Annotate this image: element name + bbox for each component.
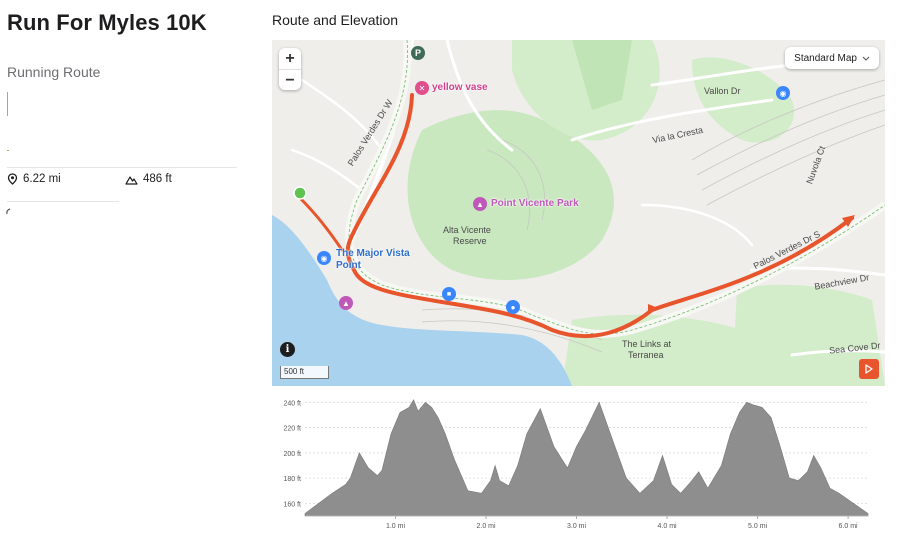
poi-label-major-vista-line2[interactable]: Point: [336, 260, 361, 271]
area-label-links-1: The Links at: [622, 339, 672, 349]
map-canvas[interactable]: [272, 40, 885, 386]
loading-spinner-icon: [6, 208, 11, 215]
x-tick-label: 4.0 mi: [658, 523, 678, 530]
stats-divider: [7, 201, 119, 202]
play-icon: [865, 364, 873, 374]
street-label-vallon: Vallon Dr: [704, 86, 741, 96]
area-label-links-2: Terranea: [628, 350, 664, 360]
map-type-selector[interactable]: Standard Map: [785, 47, 879, 69]
route-subtitle: Running Route: [7, 64, 101, 80]
elevation-chart[interactable]: 240 ft 220 ft 200 ft 180 ft 160 ft 1.0 mi 2.0 …: [272, 390, 885, 530]
distance-stat: 6.22 mi: [7, 173, 61, 185]
area-label-alta-vicente-1: Alta Vicente: [443, 225, 491, 235]
y-tick-label: 180 ft: [283, 476, 301, 483]
poi-label-point-vicente-park[interactable]: Point Vicente Park: [491, 198, 579, 209]
map-section-heading: Route and Elevation: [272, 12, 399, 28]
zoom-in-button[interactable]: +: [279, 48, 301, 69]
area-label-alta-vicente-2: Reserve: [453, 236, 487, 246]
camera-icon[interactable]: ■: [442, 287, 456, 301]
zoom-controls: + −: [279, 48, 301, 90]
x-tick-label: 1.0 mi: [386, 523, 406, 530]
y-tick-label: 220 ft: [283, 426, 301, 433]
poi-label-yellow-vase[interactable]: yellow vase: [432, 82, 488, 93]
y-tick-label: 200 ft: [283, 451, 301, 458]
route-map[interactable]: + − Standard Map P ✕ yellow vase ◉ ▲ Poi…: [272, 40, 885, 386]
zoom-out-button[interactable]: −: [279, 69, 301, 91]
x-tick-label: 6.0 mi: [839, 523, 859, 530]
x-tick-label: 5.0 mi: [748, 523, 768, 530]
y-tick-label: 160 ft: [283, 501, 301, 508]
map-type-label: Standard Map: [794, 52, 857, 64]
water-drop-icon[interactable]: ●: [506, 300, 520, 314]
map-info-button[interactable]: i: [280, 342, 295, 357]
distance-value: 6.22 mi: [23, 173, 61, 185]
lighthouse-icon[interactable]: ▲: [339, 296, 353, 310]
mountain-icon: [125, 175, 138, 185]
parking-icon[interactable]: P: [411, 46, 425, 60]
viewpoint-icon[interactable]: ◉: [317, 251, 331, 265]
viewpoint-icon[interactable]: ◉: [776, 86, 790, 100]
play-route-button[interactable]: [859, 359, 879, 379]
elevation-gain-stat: 486 ft: [125, 173, 172, 185]
top-divider: [7, 167, 237, 168]
restaurant-icon[interactable]: ✕: [415, 81, 429, 95]
park-icon[interactable]: ▲: [473, 197, 487, 211]
x-tick-label: 2.0 mi: [476, 523, 496, 530]
map-scale-bar: 500 ft: [280, 366, 329, 379]
elevation-gain-value: 486 ft: [143, 173, 172, 185]
chevron-down-icon: [862, 56, 870, 61]
route-start-marker: [293, 186, 307, 200]
route-thumbnail-line: [7, 92, 8, 116]
poi-label-major-vista-line1[interactable]: The Major Vista: [336, 248, 410, 259]
y-tick-label: 240 ft: [283, 400, 301, 407]
elevation-area: [304, 399, 869, 517]
page-title: Run For Myles 10K: [7, 10, 207, 35]
x-tick-label: 3.0 mi: [567, 523, 587, 530]
route-thumbnail-dot: [7, 150, 9, 151]
location-pin-icon: [7, 173, 18, 185]
